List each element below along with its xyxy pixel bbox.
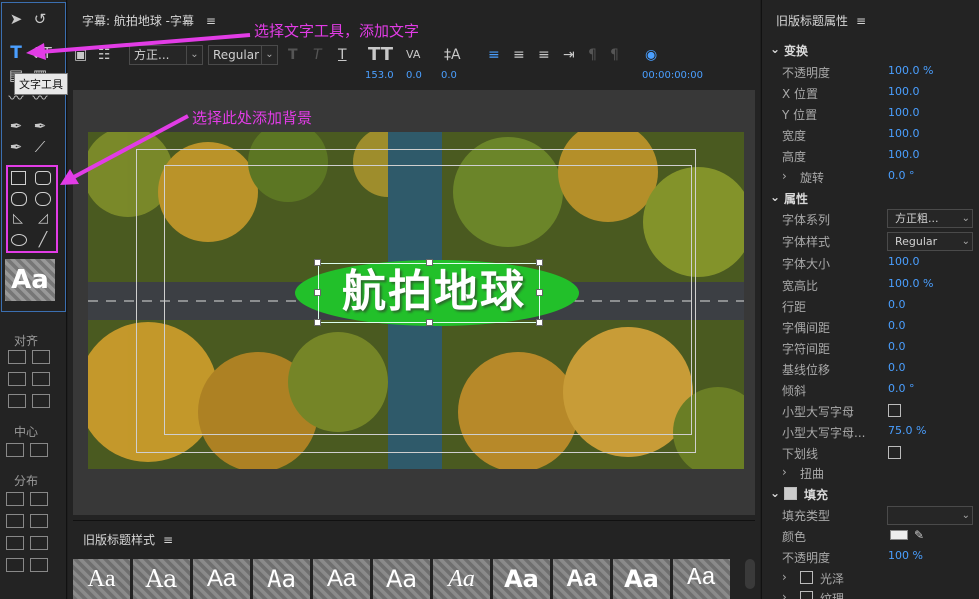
fill-checkbox[interactable] (784, 487, 797, 500)
rotation-row[interactable]: › 旋转 0.0 ° (762, 169, 979, 190)
chevron-down-icon: ⌄ (770, 486, 781, 500)
sheen-checkbox[interactable] (800, 571, 813, 584)
smallcaps-size-row: 小型大写字母... 75.0 % (782, 424, 927, 440)
height-row: 高度 100.0 (782, 148, 920, 164)
aspect-value[interactable]: 100.0 % (888, 277, 933, 290)
properties-menu-icon[interactable]: ≡ (856, 14, 866, 28)
font-size-row: 字体大小 100.0 (782, 255, 920, 271)
chevron-down-icon: ⌄ (770, 42, 781, 56)
fill-type-row: 填充类型 ⌄ (762, 506, 979, 528)
texture-checkbox[interactable] (800, 591, 813, 599)
font-family-row: 字体系列 方正粗... ⌄ (762, 209, 979, 232)
eyedropper-icon[interactable]: ✎ (914, 528, 924, 542)
font-style-dropdown[interactable]: Regular ⌄ (887, 232, 973, 251)
width-value[interactable]: 100.0 (888, 127, 920, 140)
chevron-right-icon: › (782, 169, 787, 183)
color-swatch[interactable] (890, 530, 908, 540)
baseline-row: 基线位移 0.0 (782, 361, 906, 377)
color-row: 颜色 ✎ (782, 528, 925, 544)
x-position-value[interactable]: 100.0 (888, 85, 920, 98)
height-value[interactable]: 100.0 (888, 148, 920, 161)
fill-opacity-value[interactable]: 100 % (888, 549, 923, 562)
tracking-row: 字符间距 0.0 (782, 340, 906, 356)
font-size-value[interactable]: 100.0 (888, 255, 920, 268)
tracking-value[interactable]: 0.0 (888, 340, 906, 353)
font-style-row: 字体样式 Regular ⌄ (762, 232, 979, 254)
rotation-value[interactable]: 0.0 ° (888, 169, 915, 182)
underline-row: 下划线 (762, 445, 979, 466)
underline-checkbox[interactable] (888, 446, 901, 459)
fill-type-dropdown[interactable]: ⌄ (887, 506, 973, 525)
smallcaps-row: 小型大写字母 (762, 403, 979, 424)
texture-row[interactable]: › 纹理 (762, 590, 979, 599)
y-position-row: Y 位置 100.0 (782, 106, 920, 122)
properties-title: 旧版标题属性 ≡ (776, 14, 867, 28)
slant-value[interactable]: 0.0 ° (888, 382, 915, 395)
smallcaps-size-value[interactable]: 75.0 % (888, 424, 926, 437)
distort-row[interactable]: › 扭曲 (762, 465, 979, 486)
leading-value[interactable]: 0.0 (888, 298, 906, 311)
leading-row: 行距 0.0 (782, 298, 906, 314)
slant-row: 倾斜 0.0 ° (782, 382, 915, 398)
attributes-section[interactable]: ⌄ 属性 (762, 190, 979, 211)
width-row: 宽度 100.0 (782, 127, 920, 143)
transform-section[interactable]: ⌄ 变换 (762, 42, 979, 63)
fill-opacity-row: 不透明度 100 % (782, 549, 923, 565)
x-position-row: X 位置 100.0 (782, 85, 920, 101)
y-position-value[interactable]: 100.0 (888, 106, 920, 119)
kerning-value[interactable]: 0.0 (888, 319, 906, 332)
font-family-dropdown[interactable]: 方正粗... ⌄ (887, 209, 973, 228)
sheen-row[interactable]: › 光泽 (762, 570, 979, 591)
fill-section[interactable]: ⌄ 填充 (762, 486, 979, 507)
baseline-value[interactable]: 0.0 (888, 361, 906, 374)
chevron-right-icon: › (782, 570, 787, 584)
chevron-right-icon: › (782, 590, 787, 599)
smallcaps-checkbox[interactable] (888, 404, 901, 417)
kerning-row: 字偶间距 0.0 (782, 319, 906, 335)
chevron-right-icon: › (782, 465, 787, 479)
chevron-down-icon: ⌄ (770, 190, 781, 204)
legacy-title-properties-panel: 旧版标题属性 ≡ ⌄ 变换 不透明度 100.0 % X 位置 100.0 Y 位置 10… (761, 0, 979, 599)
aspect-row: 宽高比 100.0 % (782, 277, 934, 293)
opacity-row: 不透明度 100.0 % (782, 64, 934, 80)
opacity-value[interactable]: 100.0 % (888, 64, 933, 77)
